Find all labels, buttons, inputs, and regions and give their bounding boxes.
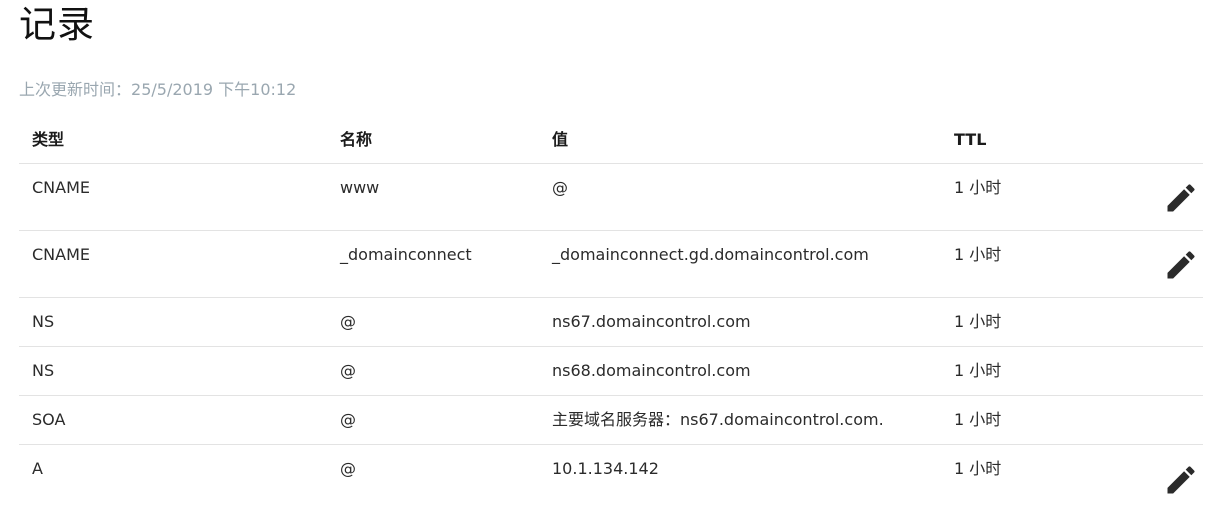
table-row: NS @ ns67.domaincontrol.com 1 小时 [19,298,1203,347]
record-ttl: 1 小时 [954,361,1002,380]
page-title: 记录 [19,3,95,46]
record-name: @ [340,312,356,331]
record-value: ns67.domaincontrol.com [552,312,751,331]
table-row: A @ 10.1.134.142 1 小时 [19,445,1203,505]
record-ttl: 1 小时 [954,459,1002,478]
table-row: CNAME _domainconnect _domainconnect.gd.d… [19,231,1203,298]
record-value: ns68.domaincontrol.com [552,361,751,380]
record-ttl: 1 小时 [954,410,1002,429]
table-row: CNAME www @ 1 小时 [19,164,1203,231]
record-name: @ [340,459,356,478]
record-ttl: 1 小时 [954,178,1002,197]
pencil-icon[interactable] [1163,180,1199,216]
last-updated: 上次更新时间：25/5/2019 下午10:12 [19,79,296,101]
record-ttl: 1 小时 [954,245,1002,264]
table-row: SOA @ 主要域名服务器：ns67.domaincontrol.com. 1 … [19,396,1203,445]
record-type: CNAME [32,178,90,197]
record-name: @ [340,410,356,429]
record-value: 主要域名服务器：ns67.domaincontrol.com. [552,410,884,429]
header-ttl: TTL [954,130,987,149]
record-type: CNAME [32,245,90,264]
dns-records-page: 记录 上次更新时间：25/5/2019 下午10:12 类型 名称 值 TTL … [0,0,1210,511]
records-table: 类型 名称 值 TTL CNAME www @ 1 小时 CNAME _doma… [19,116,1203,505]
record-type: A [32,459,43,478]
pencil-icon[interactable] [1163,462,1199,498]
record-name: _domainconnect [340,245,472,264]
table-header: 类型 名称 值 TTL [19,116,1203,164]
record-name: @ [340,361,356,380]
record-value: 10.1.134.142 [552,459,659,478]
pencil-icon[interactable] [1163,247,1199,283]
header-value: 值 [552,130,569,149]
record-type: SOA [32,410,66,429]
record-ttl: 1 小时 [954,312,1002,331]
last-updated-value: 25/5/2019 下午10:12 [131,80,297,99]
record-name: www [340,178,380,197]
table-row: NS @ ns68.domaincontrol.com 1 小时 [19,347,1203,396]
record-type: NS [32,361,55,380]
record-type: NS [32,312,55,331]
header-name: 名称 [340,130,373,149]
header-type: 类型 [32,130,65,149]
record-value: @ [552,178,568,197]
record-value: _domainconnect.gd.domaincontrol.com [552,245,869,264]
last-updated-label: 上次更新时间： [19,80,132,99]
